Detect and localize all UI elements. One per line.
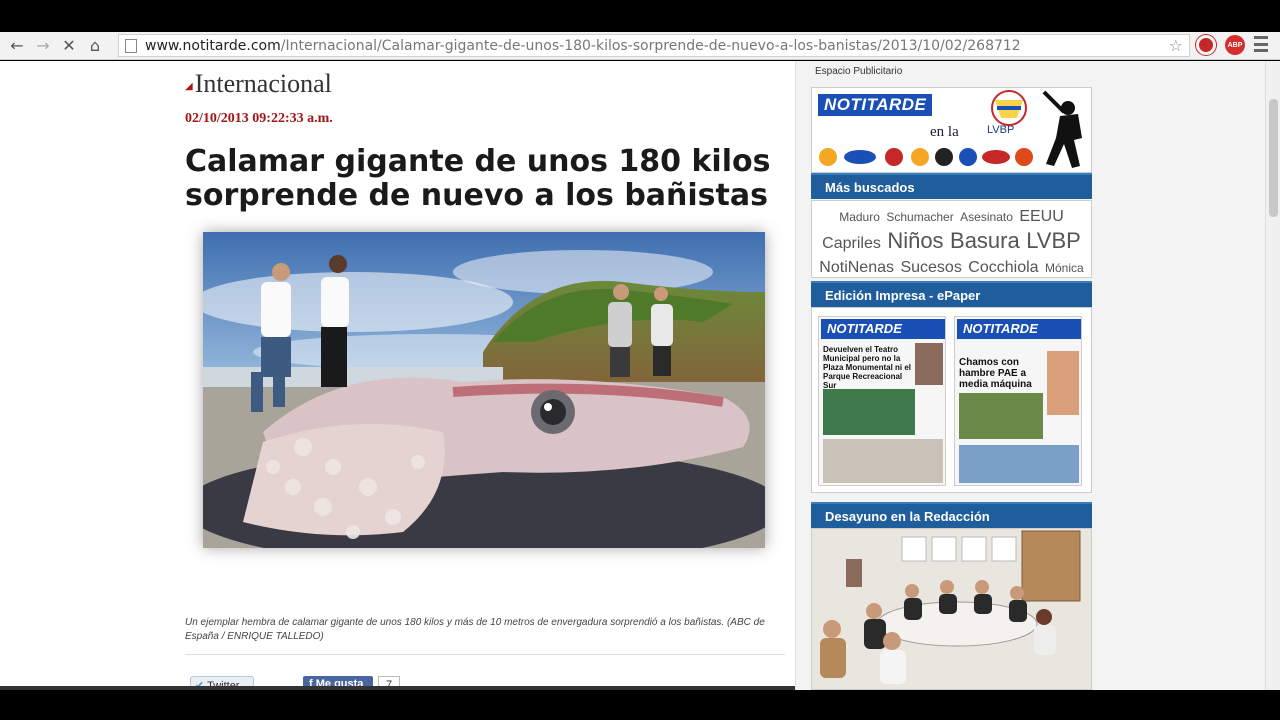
scrollbar-thumb[interactable] [1269,99,1278,217]
epaper-cover-1[interactable]: NOTITARDE Devuelven el Teatro Municipal … [818,316,946,486]
forward-icon[interactable]: → [30,33,56,59]
tag-link[interactable]: Schumacher [886,210,953,224]
section-title: ◢Internacional [185,69,332,98]
back-icon[interactable]: ← [4,33,30,59]
window-bottom-bar [0,690,1280,720]
tag-link[interactable]: Basura [950,228,1020,253]
tag-link[interactable]: Asesinato [960,210,1013,224]
tag-link[interactable]: EEUU [1019,208,1063,225]
extension-record-icon[interactable] [1196,35,1216,55]
mas-buscados-header: Más buscados [811,173,1092,199]
epaper-cover-2-logo: NOTITARDE [957,319,1081,339]
tag-link[interactable]: Mónica [1045,261,1084,275]
chrome-menu-icon[interactable] [1254,36,1268,52]
url-path: /Internacional/Calamar-gigante-de-unos-1… [280,37,1021,54]
tag-link[interactable]: NotiNenas [819,259,894,276]
epaper-cover-1-photo [823,389,915,435]
desayuno-header[interactable]: Desayuno en la Redacción [811,502,1092,528]
article-column: ◢Internacional 02/10/2013 09:22:33 a.m. … [0,61,795,690]
page-viewport: ◢Internacional 02/10/2013 09:22:33 a.m. … [0,61,1280,690]
epaper-cover-2-portrait [1047,351,1079,415]
epaper-cover-2-headline: Chamos con hambre PAE a media máquina [959,357,1032,390]
url-host: www.notitarde.com [145,37,281,54]
browser-toolbar: ← → ✕ ⌂ www.notitarde.com/Internacional/… [0,32,1280,60]
page-icon [125,38,137,53]
epaper-cover-1-portrait [915,343,943,385]
home-icon[interactable]: ⌂ [82,33,108,59]
divider [185,654,785,655]
section-marker-icon: ◢ [185,80,193,92]
epaper-cover-1-logo: NOTITARDE [821,319,945,339]
photo-caption: Un ejemplar hembra de calamar gigante de… [185,617,765,642]
notitarde-logo: NOTITARDE [818,94,933,116]
epaper-cover-1-headline: Devuelven el Teatro Municipal pero no la… [823,345,912,390]
tag-link[interactable]: Capriles [822,235,881,252]
article-date: 02/10/2013 09:22:33 a.m. [185,111,333,126]
lvbp-logo-icon [991,90,1027,126]
tag-link[interactable]: LVBP [1026,228,1081,253]
tag-link[interactable]: Sucesos [900,259,961,276]
tag-link[interactable]: Niños [887,228,943,253]
desayuno-photo[interactable] [811,528,1092,690]
tag-link[interactable]: Maduro [839,210,880,224]
address-bar[interactable]: www.notitarde.com/Internacional/Calamar-… [118,34,1190,57]
epaper-cover-2[interactable]: NOTITARDE Chamos con hambre PAE a media … [954,316,1082,486]
adblock-plus-icon[interactable]: ABP [1225,35,1245,55]
stop-icon[interactable]: ✕ [56,33,82,59]
ad-banner-lvbp[interactable]: NOTITARDE en la LVBP [811,87,1092,173]
epaper-header[interactable]: Edición Impresa - ePaper [811,281,1092,307]
tag-cloud: Maduro Schumacher Asesinato EEUU Caprile… [811,200,1092,299]
epaper-cover-1-photo-2 [823,439,943,483]
tag-link[interactable]: Cocchiola [968,259,1038,276]
article-photo-giant-squid [203,232,765,548]
epaper-panel: NOTITARDE Devuelven el Teatro Municipal … [811,307,1092,493]
baseball-player-silhouette-icon [1042,90,1082,168]
ad-label: Espacio Publicitario [815,66,903,77]
ad-banner-text: en la [930,124,959,140]
window-top-bar [0,0,1280,32]
bookmark-star-icon[interactable]: ☆ [1169,36,1183,55]
article-headline: Calamar gigante de unos 180 kilos sorpre… [185,144,771,213]
epaper-cover-2-photo [959,393,1043,439]
epaper-cover-2-photo-2 [959,445,1079,483]
team-logos [816,146,1036,168]
page-scrollbar[interactable] [1265,61,1280,690]
